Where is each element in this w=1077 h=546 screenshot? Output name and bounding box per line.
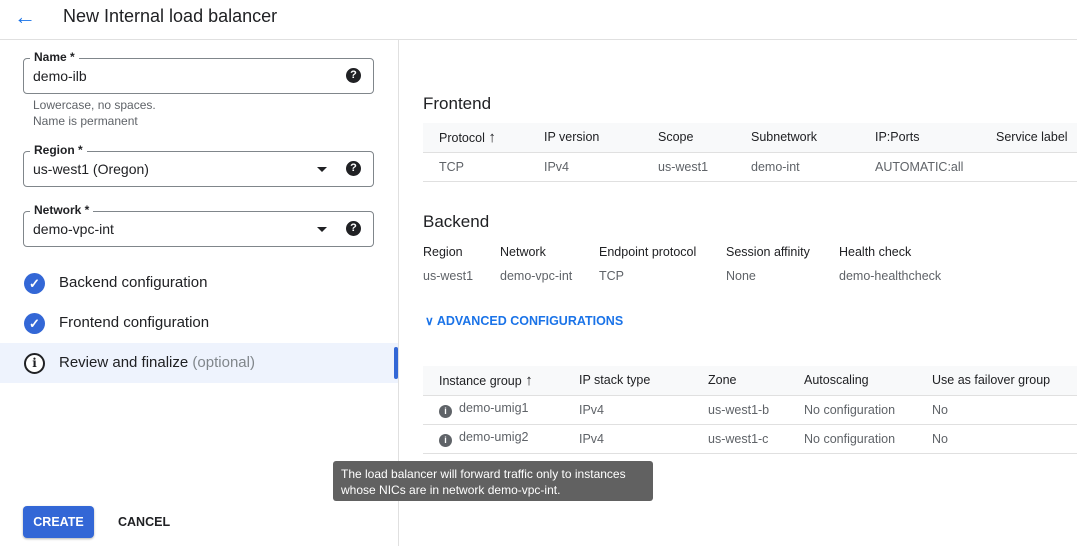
- help-icon[interactable]: ?: [346, 68, 361, 83]
- info-icon[interactable]: i: [439, 434, 452, 447]
- help-icon[interactable]: ?: [346, 161, 361, 176]
- cell: No: [916, 395, 1077, 425]
- check-circle-icon: ✓: [24, 313, 45, 334]
- cell: AUTOMATIC:all: [859, 152, 980, 182]
- step-label: Backend configuration: [59, 274, 208, 291]
- frontend-heading: Frontend: [423, 94, 492, 113]
- sort-arrow-up-icon: ↑: [525, 371, 533, 389]
- page-title: New Internal load balancer: [63, 6, 278, 26]
- table-header-row: Protocol ↑ IP version Scope Subnetwork I…: [423, 123, 1077, 153]
- step-review-and-finalize[interactable]: i Review and finalize (optional): [0, 343, 398, 383]
- backend-health-check: Health check demo-healthcheck: [839, 245, 942, 283]
- frontend-table: Protocol ↑ IP version Scope Subnetwork I…: [423, 123, 1077, 182]
- region-label: Region *: [30, 143, 87, 157]
- column-header: Subnetwork: [735, 123, 859, 153]
- region-value: us-west1 (Oregon): [33, 161, 149, 177]
- table-row: i demo-umig1 IPv4 us-west1-b No configura…: [423, 395, 1077, 425]
- instance-groups-table: Instance group ↑ IP stack type Zone Auto…: [423, 366, 1077, 454]
- column-header: IP version: [528, 123, 642, 153]
- cell: demo-umig2: [459, 430, 529, 444]
- table-row: i demo-umig2 IPv4 us-west1-c No configura…: [423, 424, 1077, 454]
- backend-session-affinity: Session affinity None: [726, 245, 810, 283]
- column-header: Zone: [692, 366, 788, 396]
- cell: TCP: [423, 152, 528, 182]
- table-row: TCP IPv4 us-west1 demo-int AUTOMATIC:all: [423, 152, 1077, 182]
- column-header: Service label: [980, 123, 1077, 153]
- step-label: Review and finalize: [59, 354, 189, 371]
- column-header: Use as failover group: [916, 366, 1077, 396]
- name-label: Name *: [30, 50, 79, 64]
- column-header: IP stack type: [563, 366, 692, 396]
- backend-heading: Backend: [423, 212, 490, 231]
- step-label: Frontend configuration: [59, 314, 210, 331]
- page-header: ← New Internal load balancer: [0, 0, 1077, 40]
- cell: demo-int: [735, 152, 859, 182]
- name-value: demo-ilb: [33, 68, 87, 84]
- region-select[interactable]: Region * us-west1 (Oregon) ?: [23, 143, 374, 187]
- cell: IPv4: [563, 424, 692, 454]
- cell: IPv4: [563, 395, 692, 425]
- network-select[interactable]: Network * demo-vpc-int ?: [23, 203, 374, 247]
- back-arrow-icon[interactable]: ←: [14, 4, 36, 30]
- step-optional-label: (optional): [192, 354, 255, 371]
- backend-network: Network demo-vpc-int: [500, 245, 573, 283]
- cell: us-west1-b: [692, 395, 788, 425]
- column-header: IP:Ports: [859, 123, 980, 153]
- cell: us-west1: [642, 152, 735, 182]
- column-header: Scope: [642, 123, 735, 153]
- tooltip: The load balancer will forward traffic o…: [333, 461, 653, 501]
- info-icon: i: [24, 353, 45, 374]
- name-input[interactable]: Name * demo-ilb ?: [23, 50, 374, 94]
- name-hint-permanent: Name is permanent: [33, 114, 138, 128]
- network-label: Network *: [30, 203, 94, 217]
- cell: us-west1-c: [692, 424, 788, 454]
- cell: No configuration: [788, 424, 916, 454]
- column-header: Autoscaling: [788, 366, 916, 396]
- table-header-row: Instance group ↑ IP stack type Zone Auto…: [423, 366, 1077, 396]
- cell: No configuration: [788, 395, 916, 425]
- step-backend-configuration[interactable]: ✓ Backend configuration: [0, 263, 398, 303]
- cell: demo-umig1: [459, 401, 529, 415]
- name-hint: Lowercase, no spaces.: [33, 98, 156, 112]
- sort-arrow-up-icon: ↑: [488, 128, 496, 146]
- column-header-protocol[interactable]: Protocol ↑: [423, 123, 528, 153]
- dropdown-arrow-icon: [317, 227, 327, 232]
- info-icon[interactable]: i: [439, 405, 452, 418]
- active-step-indicator: [394, 347, 398, 379]
- cell: IPv4: [528, 152, 642, 182]
- cell: [980, 152, 1077, 182]
- backend-endpoint-protocol: Endpoint protocol TCP: [599, 245, 697, 283]
- cancel-button[interactable]: CANCEL: [118, 506, 170, 538]
- backend-region: Region us-west1: [423, 245, 474, 283]
- check-circle-icon: ✓: [24, 273, 45, 294]
- cell: No: [916, 424, 1077, 454]
- network-value: demo-vpc-int: [33, 221, 114, 237]
- chevron-down-icon: ∨: [425, 314, 434, 328]
- dropdown-arrow-icon: [317, 167, 327, 172]
- help-icon[interactable]: ?: [346, 221, 361, 236]
- step-frontend-configuration[interactable]: ✓ Frontend configuration: [0, 303, 398, 343]
- advanced-configurations-toggle[interactable]: ∨ ADVANCED CONFIGURATIONS: [425, 314, 623, 328]
- column-header-instance-group[interactable]: Instance group ↑: [423, 366, 563, 396]
- create-button[interactable]: CREATE: [23, 506, 94, 538]
